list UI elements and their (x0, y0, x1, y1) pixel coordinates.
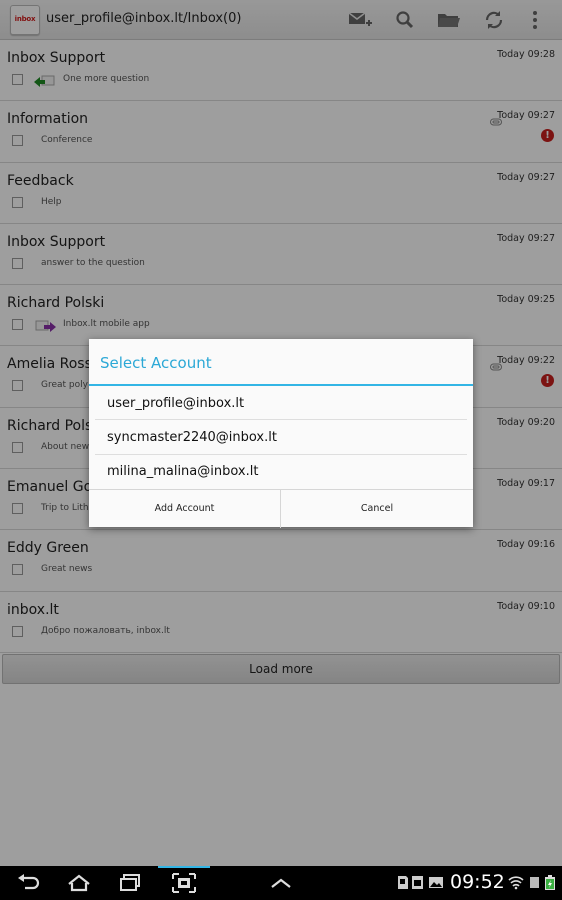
system-bar: 09:52 (0, 866, 562, 900)
up-arrow-icon[interactable] (268, 872, 294, 894)
account-option[interactable]: syncmaster2240@inbox.lt (107, 430, 277, 445)
cancel-button[interactable]: Cancel (281, 490, 473, 528)
wifi-icon (508, 875, 524, 890)
sim-icon (411, 875, 424, 890)
home-icon[interactable] (66, 872, 92, 894)
battery-icon (544, 875, 556, 890)
account-option[interactable]: milina_malina@inbox.lt (107, 464, 258, 479)
gallery-icon (428, 875, 444, 890)
dialog-title: Select Account (100, 354, 212, 372)
divider (95, 419, 467, 420)
add-account-button[interactable]: Add Account (89, 490, 281, 528)
dialog-button-bar: Add Account Cancel (89, 489, 473, 528)
select-account-dialog: Select Account user_profile@inbox.lt syn… (89, 339, 473, 528)
account-option[interactable]: user_profile@inbox.lt (107, 396, 244, 411)
screenshot-icon[interactable] (171, 872, 197, 894)
clock: 09:52 (450, 871, 505, 893)
dialog-title-divider (89, 384, 473, 386)
recent-apps-icon[interactable] (118, 872, 144, 894)
divider (95, 454, 467, 455)
sd-card-icon (396, 875, 409, 890)
sync-icon (528, 875, 541, 890)
back-icon[interactable] (15, 872, 41, 894)
active-indicator (158, 866, 210, 868)
